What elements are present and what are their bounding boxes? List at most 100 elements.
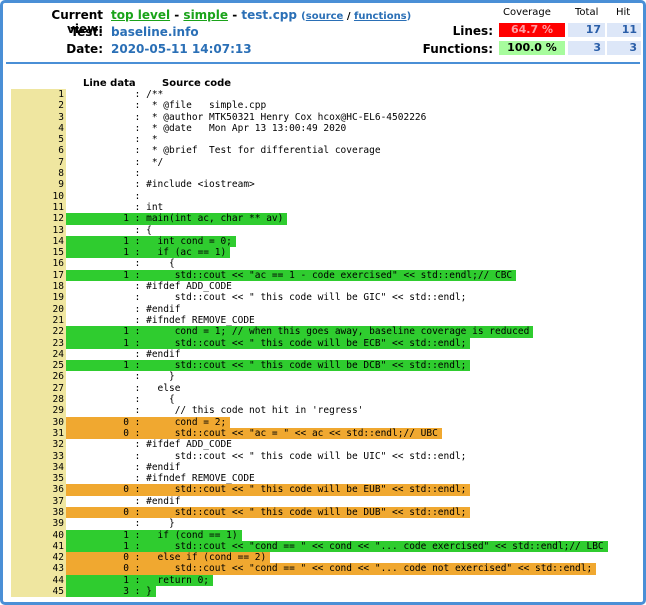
hit-count (66, 292, 129, 303)
hit-count (66, 89, 129, 100)
hit-count (66, 405, 129, 416)
line-number: 4 (11, 122, 66, 135)
source-text: : } (66, 518, 179, 529)
functions-view-link[interactable]: functions (354, 11, 407, 22)
covered-line: 1 : std::cout << " this code will be ECB… (66, 337, 471, 349)
line-code: { (146, 394, 175, 406)
line-code: #ifdef ADD_CODE (146, 281, 232, 293)
line-number: 23 (11, 337, 66, 349)
hit-count (66, 349, 129, 360)
line-number: 3 (11, 111, 66, 123)
hit-count: 0 (66, 552, 129, 564)
hit-count: 1 (66, 360, 129, 372)
source-line: 32 : #ifdef ADD_CODE (11, 439, 639, 451)
line-number: 32 (11, 439, 66, 451)
source-line: 16 : { (11, 258, 639, 270)
source-line: 38 0 : std::cout << " this code will be … (11, 506, 639, 519)
breadcrumb-separator: - (170, 8, 184, 22)
source-line: 41 1 : std::cout << "cond == " << cond <… (11, 540, 639, 553)
date-value: 2020-05-11 14:07:13 (111, 42, 252, 56)
source-line: 45 3 : } (11, 586, 639, 598)
coverage-report-window: Current view: top level - simple - test.… (0, 0, 646, 605)
source-text: : /** (66, 89, 167, 100)
line-number: 13 (11, 224, 66, 236)
line-code: if (cond == 1) (146, 529, 238, 541)
hit-count (66, 157, 129, 168)
hit-count (66, 383, 129, 394)
line-number: 27 (11, 382, 66, 395)
line-code: cond = 2; (146, 416, 227, 428)
line-code: // this code not hit in 'regress' (146, 405, 364, 417)
line-number: 8 (11, 168, 66, 180)
line-number: 42 (11, 552, 66, 564)
functions-hit: 3 (607, 41, 641, 55)
source-line: 2 : * @file simple.cpp (11, 100, 639, 112)
source-text: : * (66, 134, 162, 145)
hit-count: 1 (66, 247, 129, 259)
line-number: 31 (11, 427, 66, 440)
line-number: 44 (11, 574, 66, 587)
hit-count (66, 134, 129, 145)
source-line: 37 : #endif (11, 495, 639, 507)
source-line: 10 : (11, 190, 639, 202)
source-line: 19 : std::cout << " this code will be GI… (11, 292, 639, 304)
breadcrumb-separator: - (228, 8, 242, 22)
line-number: 17 (11, 269, 66, 282)
line-number: 43 (11, 563, 66, 575)
hit-count (66, 100, 129, 111)
source-line: 17 1 : std::cout << "ac == 1 - code exer… (11, 269, 639, 282)
line-number: 34 (11, 461, 66, 474)
hit-count (66, 462, 129, 473)
source-line: 3 : * @author MTK50321 Henry Cox hcox@HC… (11, 111, 639, 123)
line-code: std::cout << " this code will be DUB" <<… (146, 506, 467, 518)
lines-coverage-percent: 64.7 % (499, 23, 565, 37)
source-line: 23 1 : std::cout << " this code will be … (11, 337, 639, 349)
line-number: 36 (11, 484, 66, 496)
date-label: Date: (66, 42, 103, 56)
hit-count: 1 (66, 326, 129, 338)
line-code: } (146, 586, 152, 598)
line-number: 16 (11, 258, 66, 270)
breadcrumb-top-level-link[interactable]: top level (111, 8, 170, 22)
line-code: if (ac == 1) (146, 247, 227, 259)
source-text: : #ifndef REMOVE_CODE (66, 473, 259, 484)
source-line: 43 0 : std::cout << "cond == " << cond <… (11, 563, 639, 575)
source-line: 25 1 : std::cout << " this code will be … (11, 360, 639, 372)
hit-count (66, 179, 129, 190)
source-view-link[interactable]: source (306, 11, 344, 22)
covered-line: 3 : } (66, 586, 156, 598)
source-line: 5 : * (11, 134, 639, 146)
source-line: 21 : #ifndef REMOVE_CODE (11, 314, 639, 327)
source-line: 35 : #ifndef REMOVE_CODE (11, 473, 639, 485)
breadcrumb-file: test.cpp (241, 8, 297, 22)
hit-count: 0 (66, 506, 129, 518)
coverage-column-header: Coverage (503, 7, 551, 18)
hit-count (66, 315, 129, 326)
line-code: std::cout << "ac == 1 - code exercised" … (146, 269, 513, 281)
line-number: 40 (11, 529, 66, 541)
line-code: std::cout << " this code will be UIC" <<… (146, 450, 467, 462)
lines-label: Lines: (452, 24, 493, 38)
line-code: * @author MTK50321 Henry Cox hcox@HC-EL6… (146, 111, 427, 123)
source-text: : #endif (66, 349, 184, 360)
line-code: std::cout << "cond == " << cond << "... … (146, 540, 604, 552)
source-line: 15 1 : if (ac == 1) (11, 247, 639, 259)
hit-count (66, 304, 129, 315)
line-number: 21 (11, 314, 66, 327)
line-number: 30 (11, 416, 66, 428)
breadcrumb-directory-link[interactable]: simple (183, 8, 228, 22)
covered-line: 1 : if (cond == 1) (66, 529, 242, 541)
source-text: : #endif (66, 462, 184, 473)
line-code: std::cout << " this code will be EUB" <<… (146, 484, 467, 496)
line-code: #endif (146, 495, 181, 507)
lines-hit: 11 (607, 23, 641, 37)
line-number: 37 (11, 495, 66, 507)
source-line: 39 : } (11, 518, 639, 530)
line-code: int cond = 0; (146, 235, 232, 247)
line-number: 15 (11, 247, 66, 259)
line-code: std::cout << " this code will be ECB" <<… (146, 337, 467, 349)
source-line: 36 0 : std::cout << " this code will be … (11, 484, 639, 496)
line-code: } (146, 518, 175, 530)
source-text: : #endif (66, 304, 184, 315)
line-number: 38 (11, 506, 66, 519)
